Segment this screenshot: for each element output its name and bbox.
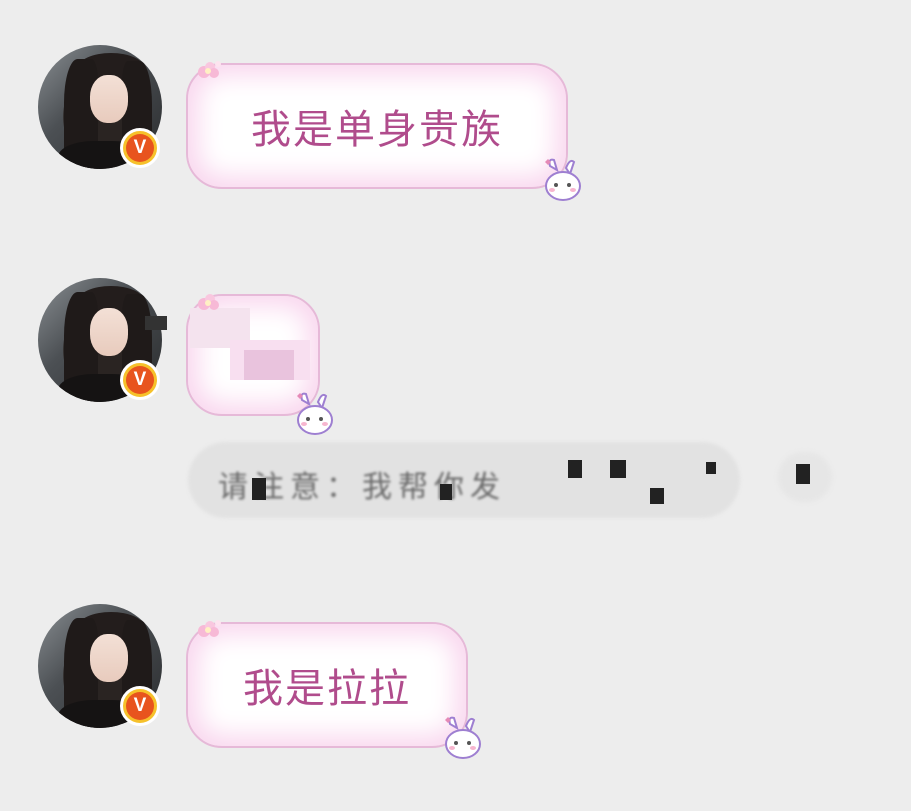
bunny-sticker-icon — [297, 392, 333, 435]
message-bubble[interactable]: 我是拉拉 — [186, 622, 468, 748]
message-bubble[interactable]: 我是单身贵族 — [186, 63, 568, 189]
message-text: 我是单身贵族 — [251, 107, 503, 153]
verified-badge-icon: V — [120, 128, 160, 168]
message-text: 我是拉拉 — [243, 666, 411, 712]
verified-badge-icon: V — [120, 686, 160, 726]
flower-icon — [198, 61, 221, 78]
flower-icon — [198, 620, 221, 637]
flower-icon — [198, 294, 219, 310]
bunny-sticker-icon — [545, 158, 581, 201]
bunny-sticker-icon — [445, 716, 481, 759]
verified-badge-icon: V — [120, 360, 160, 400]
